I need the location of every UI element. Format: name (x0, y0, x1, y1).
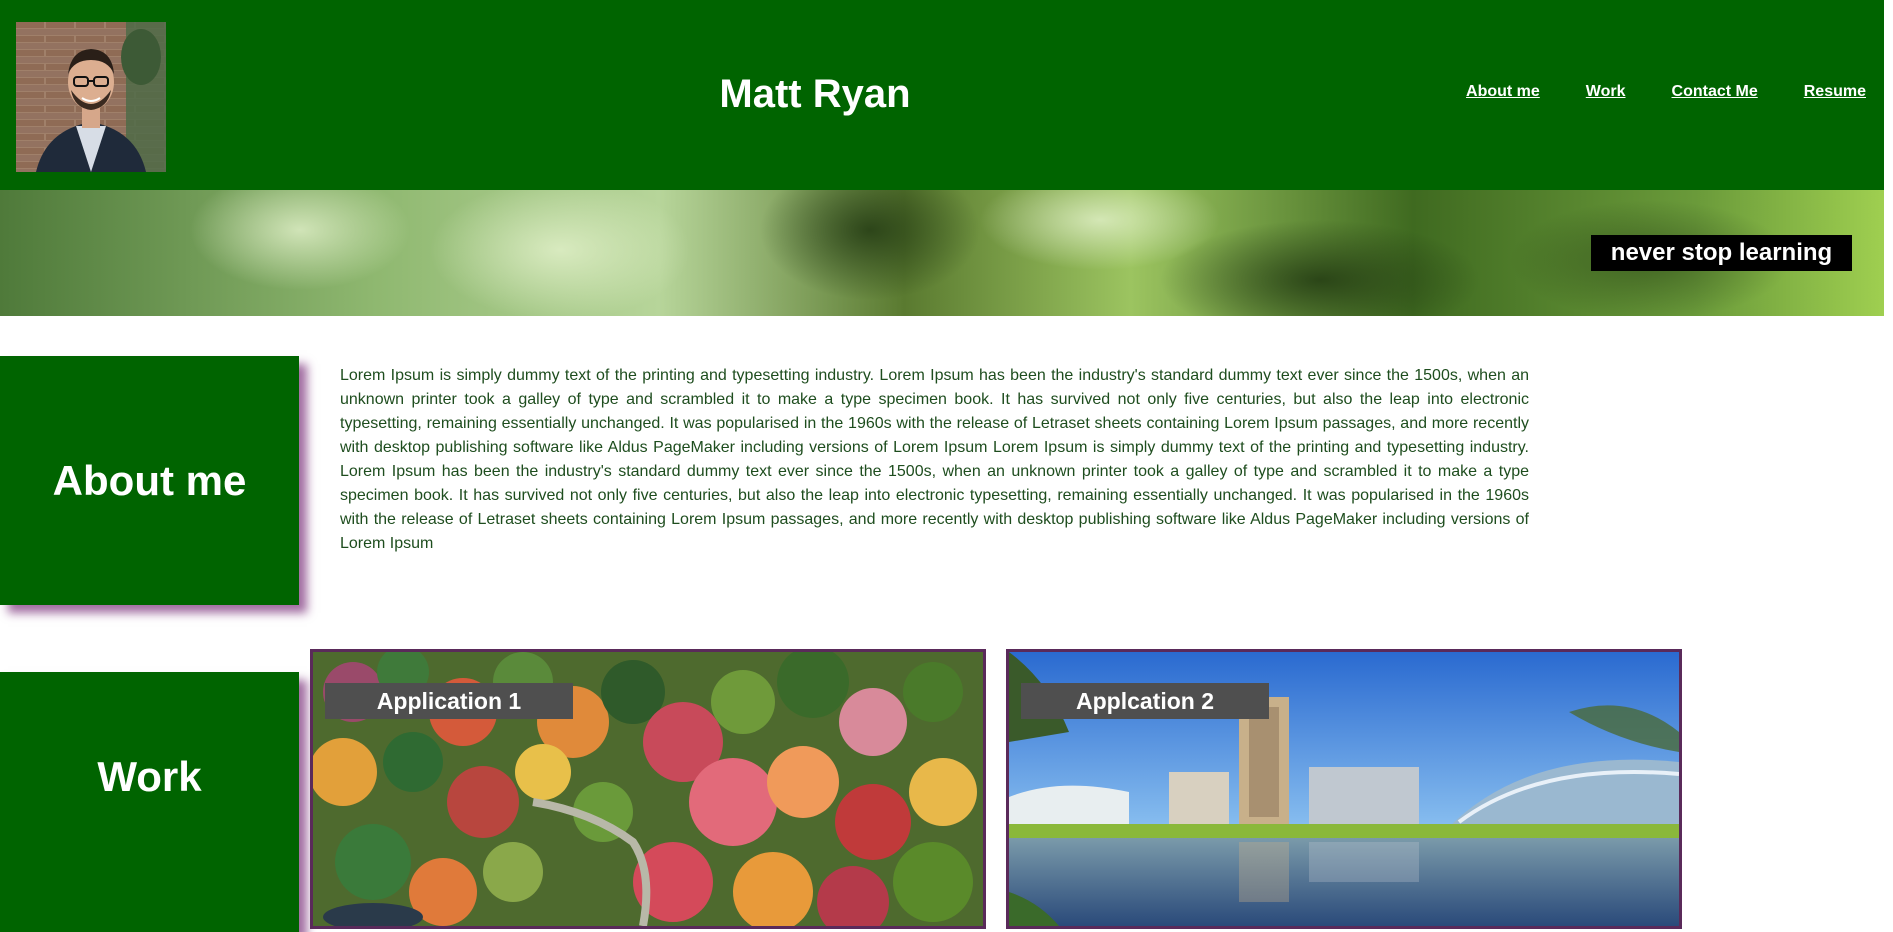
card-label-application-2: Applcation 2 (1021, 683, 1269, 719)
nav-link-contact-me[interactable]: Contact Me (1672, 83, 1758, 101)
tagline-badge: never stop learning (1591, 235, 1852, 271)
main-nav: About me Work Contact Me Resume (1466, 83, 1866, 101)
site-header: Matt Ryan About me Work Contact Me Resum… (0, 0, 1884, 190)
nav-link-work[interactable]: Work (1586, 83, 1626, 101)
work-card-application-2[interactable]: Applcation 2 (1006, 649, 1682, 929)
nav-link-about-me[interactable]: About me (1466, 83, 1540, 101)
work-card-application-1[interactable]: Application 1 (310, 649, 986, 929)
site-title: Matt Ryan (719, 72, 911, 116)
work-section-heading: Work (0, 672, 299, 932)
about-section-heading: About me (0, 356, 299, 605)
card-label-application-1: Application 1 (325, 683, 573, 719)
about-text: Lorem Ipsum is simply dummy text of the … (340, 367, 1529, 552)
nav-link-resume[interactable]: Resume (1804, 83, 1866, 101)
